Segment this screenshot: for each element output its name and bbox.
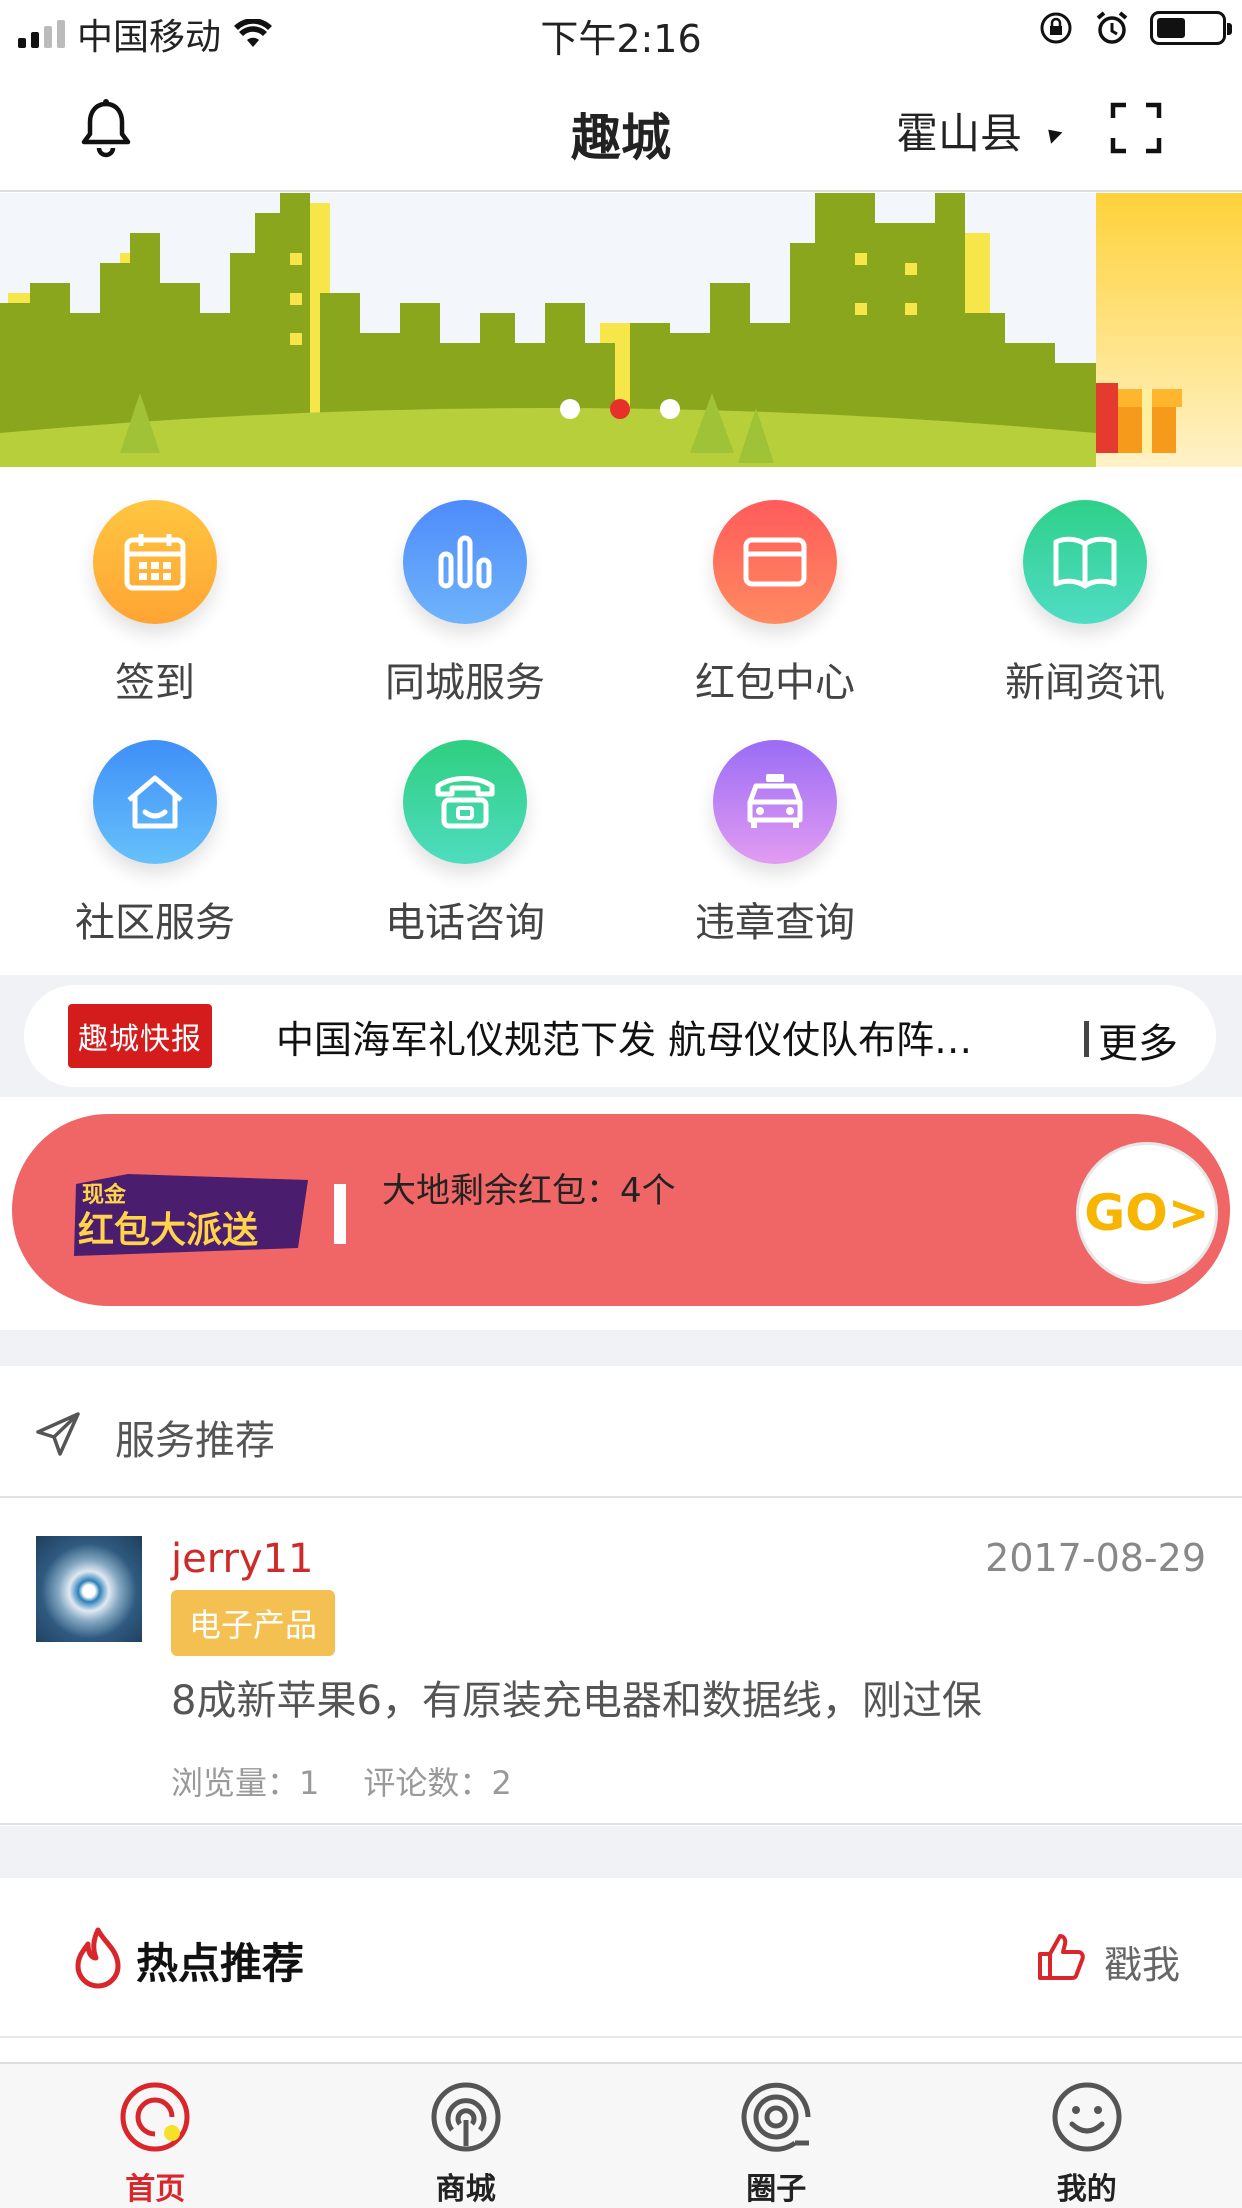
- scan-icon[interactable]: [1110, 102, 1162, 154]
- book-icon: [1023, 500, 1147, 624]
- section-separator: [0, 1826, 1242, 1878]
- car-icon: [713, 740, 837, 864]
- menu-item-label: 违章查询: [695, 900, 855, 946]
- paper-plane-icon: [36, 1412, 80, 1456]
- tab-home[interactable]: 首页: [0, 2064, 311, 2208]
- house-icon: [93, 740, 217, 864]
- menu-item-checkin[interactable]: 签到: [0, 480, 310, 708]
- section-title: 热点推荐: [136, 1939, 305, 1988]
- news-headline[interactable]: 中国海军礼仪规范下发 航母仪仗队布阵…: [276, 1009, 996, 1064]
- battery-icon: [1150, 11, 1232, 45]
- bar-chart-icon: [403, 500, 527, 624]
- section-separator: [0, 1330, 1242, 1366]
- banner-carousel[interactable]: [0, 193, 1242, 467]
- red-packet-message: 大地剩余红包：4个: [382, 1171, 676, 1211]
- menu-item-label: 红包中心: [695, 660, 855, 706]
- menu-item-label: 电话咨询: [385, 900, 545, 946]
- poke-link[interactable]: 戳我: [1104, 1934, 1180, 1989]
- carousel-indicator: [560, 399, 680, 419]
- news-ticker-section: 趣城快报 中国海军礼仪规范下发 航母仪仗队布阵… 更多: [0, 975, 1242, 1097]
- avatar[interactable]: [36, 1536, 142, 1642]
- carousel-dot-active: [610, 399, 630, 419]
- post-date: 2017-08-29: [985, 1536, 1206, 1580]
- telephone-icon: [403, 740, 527, 864]
- calendar-icon: [93, 500, 217, 624]
- go-button[interactable]: GO>: [1076, 1142, 1218, 1284]
- menu-item-local-service[interactable]: 同城服务: [310, 480, 620, 708]
- tab-label: 首页: [125, 2172, 186, 2207]
- gift-box-icon: [1096, 383, 1182, 453]
- logo-line-1: 现金: [82, 1182, 127, 1208]
- status-right: [1038, 10, 1232, 46]
- home-tab-icon: [120, 2082, 190, 2152]
- divider: [334, 1184, 346, 1244]
- mall-tab-icon: [431, 2082, 501, 2152]
- service-post-card[interactable]: jerry11 2017-08-29 电子产品 8成新苹果6，有原装充电器和数据…: [0, 1500, 1242, 1825]
- menu-item-label: 社区服务: [75, 900, 235, 946]
- news-ticker[interactable]: 趣城快报 中国海军礼仪规范下发 航母仪仗队布阵… 更多: [24, 985, 1216, 1087]
- app-screen: 中国移动 下午2:16 趣城 霍山县 签到 同城服务 红包中心 新闻资讯 社区服…: [0, 0, 1242, 2208]
- alarm-icon: [1096, 11, 1128, 44]
- menu-item-violation[interactable]: 违章查询: [620, 720, 930, 948]
- status-bar: 中国移动 下午2:16: [0, 0, 1242, 62]
- city-selector[interactable]: 霍山县: [896, 100, 1063, 161]
- comments-count: 评论数：2: [363, 1764, 512, 1802]
- next-banner-preview: [1096, 193, 1242, 467]
- red-packet-banner[interactable]: 现金 红包大派送 大地剩余红包：4个 GO>: [12, 1114, 1230, 1306]
- tab-label: 圈子: [746, 2172, 807, 2207]
- tab-circle[interactable]: 圈子: [621, 2064, 932, 2208]
- thumbs-up-icon[interactable]: [1036, 1932, 1086, 1982]
- post-stats: 浏览量：1 评论数：2: [171, 1758, 512, 1804]
- tab-mall[interactable]: 商城: [311, 2064, 622, 2208]
- menu-item-news[interactable]: 新闻资讯: [930, 480, 1240, 708]
- tab-label: 我的: [1056, 2172, 1117, 2207]
- category-badge: 电子产品: [171, 1590, 336, 1656]
- circle-tab-icon: [741, 2082, 811, 2152]
- tab-label: 商城: [435, 2172, 496, 2207]
- carousel-dot: [660, 399, 680, 419]
- views-count: 浏览量：1: [171, 1764, 320, 1802]
- section-title: 服务推荐: [115, 1418, 275, 1464]
- nav-bar: 趣城 霍山县: [0, 62, 1242, 192]
- menu-item-label: 新闻资讯: [1005, 660, 1165, 706]
- tab-bar: 首页 商城 圈子 我的: [0, 2062, 1242, 2208]
- quick-menu: 签到 同城服务 红包中心 新闻资讯 社区服务 电话咨询 违章查询: [0, 480, 1242, 970]
- logo-line-2: 红包大派送: [78, 1210, 258, 1251]
- tab-mine[interactable]: 我的: [932, 2064, 1242, 2208]
- city-label: 霍山县: [896, 109, 1023, 158]
- rotation-lock-icon: [1040, 12, 1072, 44]
- menu-item-label: 签到: [115, 660, 195, 706]
- city-skyline-illustration: [0, 193, 1096, 467]
- menu-item-community[interactable]: 社区服务: [0, 720, 310, 948]
- menu-item-red-packet[interactable]: 红包中心: [620, 480, 930, 708]
- smiley-icon: [1052, 2082, 1122, 2152]
- flame-icon: [75, 1927, 121, 1989]
- service-recommend-header: 服务推荐: [0, 1366, 1242, 1498]
- menu-item-phone[interactable]: 电话咨询: [310, 720, 620, 948]
- news-tag-badge: 趣城快报: [68, 1004, 212, 1068]
- carousel-dot: [560, 399, 580, 419]
- menu-item-label: 同城服务: [385, 660, 545, 706]
- more-link[interactable]: 更多: [1098, 1011, 1178, 1069]
- wallet-icon: [713, 500, 837, 624]
- red-packet-logo: 现金 红包大派送: [74, 1174, 308, 1256]
- hot-recommend-header: 热点推荐 戳我: [0, 1878, 1242, 2038]
- post-description: 8成新苹果6，有原装充电器和数据线，刚过保: [171, 1678, 982, 1724]
- divider: [1084, 1021, 1089, 1057]
- post-username[interactable]: jerry11: [171, 1536, 313, 1582]
